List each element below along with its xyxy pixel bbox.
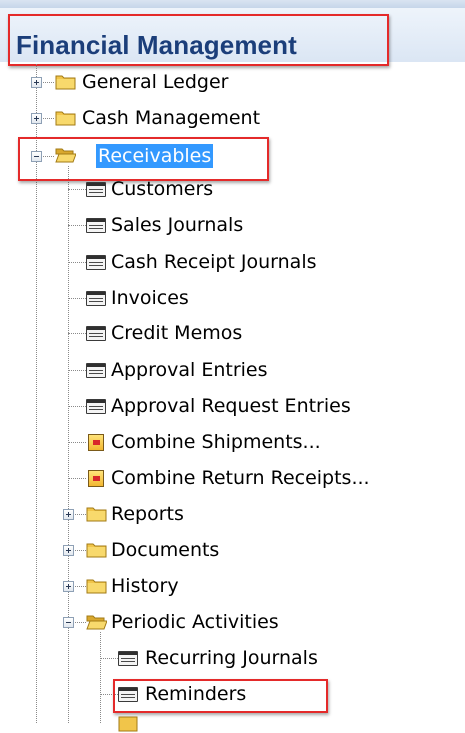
tree-item-approval-entries[interactable]: Approval Entries xyxy=(111,358,268,382)
list-page-icon xyxy=(86,291,106,306)
expand-toggle[interactable] xyxy=(31,77,42,88)
tree-item-approval-request-entries[interactable]: Approval Request Entries xyxy=(111,394,351,418)
batch-job-icon xyxy=(88,434,104,451)
tree-line xyxy=(68,225,86,226)
tree-item-reports[interactable]: Reports xyxy=(111,502,184,526)
tree-item-documents[interactable]: Documents xyxy=(111,538,219,562)
open-folder-icon xyxy=(55,148,76,163)
collapse-toggle[interactable] xyxy=(31,151,42,162)
list-page-icon xyxy=(86,363,106,378)
tree-line xyxy=(100,658,118,659)
tree-line xyxy=(100,632,101,723)
folder-icon xyxy=(86,543,107,558)
batch-job-icon xyxy=(88,470,104,487)
tree-item-reminders[interactable]: Reminders xyxy=(145,682,246,706)
tree-item-combine-return-receipts[interactable]: Combine Return Receipts... xyxy=(111,466,370,490)
tree-item-credit-memos[interactable]: Credit Memos xyxy=(111,321,242,345)
tree-line xyxy=(68,406,86,407)
list-page-icon xyxy=(86,182,106,197)
tree-line xyxy=(68,298,86,299)
tree-line xyxy=(68,442,86,443)
tree-line xyxy=(68,166,69,723)
navigation-tree: General Ledger Cash Management Receivabl… xyxy=(0,0,465,732)
folder-icon xyxy=(86,579,107,594)
cut-off-item-icon xyxy=(118,716,138,732)
expand-toggle[interactable] xyxy=(31,113,42,124)
tree-item-customers[interactable]: Customers xyxy=(111,177,213,201)
open-folder-icon xyxy=(86,615,107,630)
tree-item-periodic-activities[interactable]: Periodic Activities xyxy=(111,610,279,634)
tree-item-cash-receipt-journals[interactable]: Cash Receipt Journals xyxy=(111,250,317,274)
list-page-icon xyxy=(118,687,138,702)
folder-icon xyxy=(86,507,107,522)
tree-line xyxy=(36,64,37,723)
tree-item-sales-journals[interactable]: Sales Journals xyxy=(111,213,243,237)
tree-line xyxy=(68,262,86,263)
folder-icon xyxy=(55,75,76,90)
collapse-toggle[interactable] xyxy=(63,617,74,628)
tree-item-receivables[interactable]: Receivables xyxy=(96,144,214,168)
tree-line xyxy=(68,478,86,479)
expand-toggle[interactable] xyxy=(63,545,74,556)
tree-item-cash-management[interactable]: Cash Management xyxy=(82,106,260,130)
tree-line xyxy=(100,694,118,695)
tree-line xyxy=(68,370,86,371)
list-page-icon xyxy=(86,255,106,270)
tree-line xyxy=(68,333,86,334)
folder-icon xyxy=(55,111,76,126)
tree-item-general-ledger[interactable]: General Ledger xyxy=(82,70,228,94)
list-page-icon xyxy=(118,651,138,666)
expand-toggle[interactable] xyxy=(63,509,74,520)
tree-line xyxy=(68,189,86,190)
tree-item-recurring-journals[interactable]: Recurring Journals xyxy=(145,646,318,670)
list-page-icon xyxy=(86,326,106,341)
expand-toggle[interactable] xyxy=(63,581,74,592)
tree-item-history[interactable]: History xyxy=(111,574,179,598)
tree-item-invoices[interactable]: Invoices xyxy=(111,286,189,310)
list-page-icon xyxy=(86,218,106,233)
list-page-icon xyxy=(86,399,106,414)
tree-item-combine-shipments[interactable]: Combine Shipments... xyxy=(111,430,321,454)
